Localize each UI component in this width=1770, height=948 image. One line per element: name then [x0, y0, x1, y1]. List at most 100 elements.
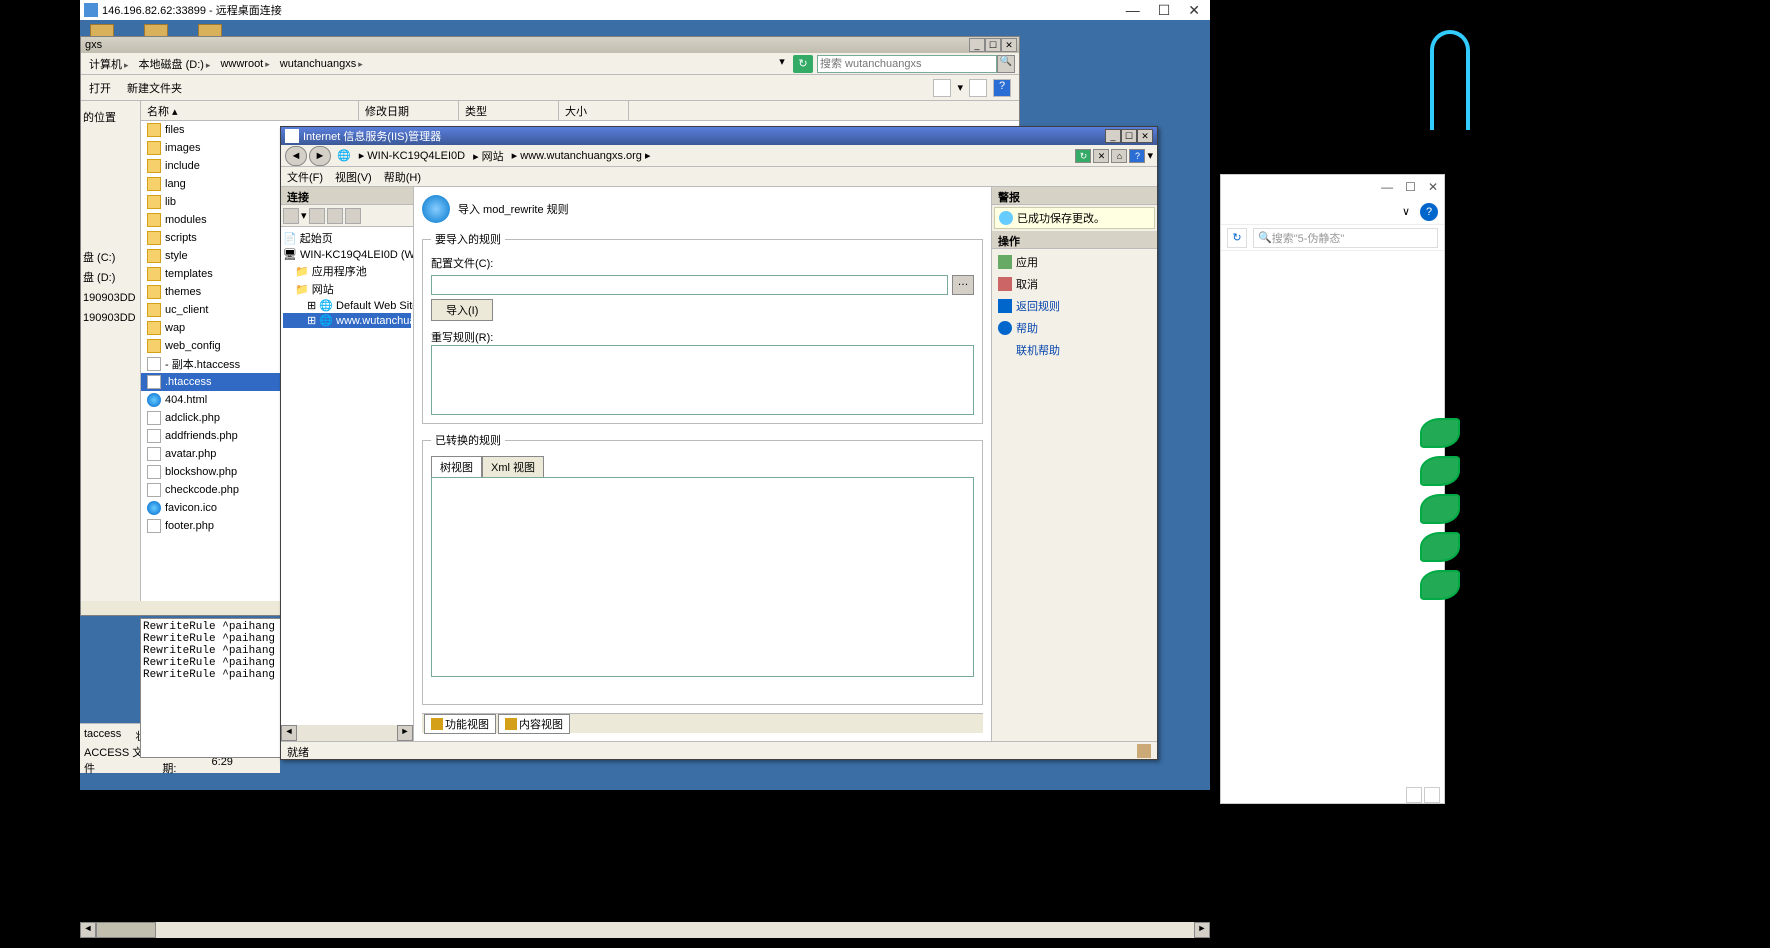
- forward-button[interactable]: ►: [309, 146, 331, 166]
- tab-treeview[interactable]: 树视图: [431, 456, 482, 477]
- col-name[interactable]: 名称 ▴: [141, 101, 359, 120]
- file-list-header[interactable]: 名称 ▴ 修改日期 类型 大小: [141, 101, 1019, 121]
- nav-item[interactable]: 190903DD 上: [83, 307, 138, 327]
- col-date[interactable]: 修改日期: [359, 101, 459, 120]
- iis-crumb[interactable]: ▸ WIN-KC19Q4LEI0D: [355, 149, 469, 162]
- close-button[interactable]: ✕: [1001, 38, 1017, 52]
- col-size[interactable]: 大小: [559, 101, 629, 120]
- tree-apppool[interactable]: 📁 应用程序池: [283, 262, 411, 280]
- file-name: lang: [165, 178, 186, 190]
- rdp-close[interactable]: ✕: [1188, 2, 1200, 19]
- minimize-button[interactable]: _: [1105, 129, 1121, 143]
- file-name: lib: [165, 196, 176, 208]
- action-back[interactable]: 返回规则: [994, 295, 1155, 317]
- action-apply[interactable]: 应用: [994, 251, 1155, 273]
- menu-view[interactable]: 视图(V): [335, 169, 372, 185]
- converted-rules-group: 已转换的规则 树视图 Xml 视图: [422, 432, 983, 705]
- file-name: footer.php: [165, 520, 214, 532]
- help-icon[interactable]: ?: [993, 79, 1011, 97]
- host-search[interactable]: 🔍 搜索"5-伪静态": [1253, 228, 1438, 248]
- icons-view-icon[interactable]: [1424, 787, 1440, 803]
- search-button[interactable]: 🔍: [997, 55, 1015, 73]
- tree-server[interactable]: 🖥 WIN-KC19Q4LEI0D (WIN-KC1: [283, 247, 411, 262]
- explorer-titlebar[interactable]: gxs _ ☐ ✕: [81, 37, 1019, 53]
- iis-crumb[interactable]: ▸ 网站: [469, 148, 508, 164]
- breadcrumb[interactable]: 本地磁盘 (D:): [135, 56, 217, 72]
- details-view-icon[interactable]: [1406, 787, 1422, 803]
- view-menu-icon[interactable]: [933, 79, 951, 97]
- breadcrumb[interactable]: wwwroot: [216, 58, 275, 70]
- iis-crumb[interactable]: ▸ www.wutanchuangxs.org ▸: [508, 149, 655, 162]
- tree-sites[interactable]: 📁 网站: [283, 280, 411, 298]
- nav-item[interactable]: 190903DD 上: [83, 287, 138, 307]
- home-button[interactable]: ⌂: [1111, 149, 1127, 163]
- breadcrumb[interactable]: wutanchuangxs: [276, 58, 369, 70]
- rdp-minimize[interactable]: —: [1126, 2, 1140, 19]
- refresh-button[interactable]: ↻: [793, 55, 813, 73]
- content-view-tab[interactable]: 内容视图: [498, 714, 570, 734]
- maximize-button[interactable]: ☐: [985, 38, 1001, 52]
- browse-button[interactable]: …: [952, 275, 974, 295]
- save-icon[interactable]: [309, 208, 325, 224]
- folder-icon: [147, 249, 161, 263]
- view-dropdown[interactable]: ▾: [957, 81, 963, 94]
- file-name: modules: [165, 214, 207, 226]
- action-online-help[interactable]: 联机帮助: [994, 339, 1155, 361]
- open-button[interactable]: 打开: [89, 80, 111, 96]
- nav-item[interactable]: 的位置: [83, 107, 138, 127]
- nav-item[interactable]: 盘 (D:): [83, 267, 138, 287]
- config-icon: [1137, 744, 1151, 758]
- iis-titlebar[interactable]: Internet 信息服务(IIS)管理器 _ ☐ ✕: [281, 127, 1157, 145]
- host-maximize[interactable]: ☐: [1405, 180, 1416, 194]
- menu-help[interactable]: 帮助(H): [384, 169, 421, 185]
- nav-item[interactable]: 盘 (C:): [83, 247, 138, 267]
- connections-scrollbar[interactable]: ◄►: [281, 725, 413, 741]
- import-button[interactable]: 导入(I): [431, 299, 493, 321]
- menu-file[interactable]: 文件(F): [287, 169, 323, 185]
- help-button[interactable]: ?: [1129, 149, 1145, 163]
- desktop-scrollbar[interactable]: ◄ ►: [80, 922, 1210, 938]
- back-button[interactable]: ◄: [285, 146, 307, 166]
- host-titlebar[interactable]: — ☐ ✕: [1221, 175, 1444, 199]
- notepad-window[interactable]: RewriteRule ^paihang RewriteRule ^paihan…: [140, 618, 285, 758]
- go-button[interactable]: ↻: [1075, 149, 1091, 163]
- address-dropdown[interactable]: ▾: [773, 55, 791, 73]
- connections-tree[interactable]: 📄 起始页 🖥 WIN-KC19Q4LEI0D (WIN-KC1 📁 应用程序池…: [281, 227, 413, 725]
- features-view-tab[interactable]: 功能视图: [424, 714, 496, 734]
- tree-start[interactable]: 📄 起始页: [283, 229, 411, 247]
- rdp-maximize[interactable]: ☐: [1158, 2, 1171, 19]
- search-box[interactable]: [817, 55, 997, 73]
- file-name: templates: [165, 268, 213, 280]
- preview-pane-icon[interactable]: [969, 79, 987, 97]
- close-button[interactable]: ✕: [1137, 129, 1153, 143]
- rewrite-rules-textarea[interactable]: [431, 345, 974, 415]
- delete-icon[interactable]: [327, 208, 343, 224]
- file-name: images: [165, 142, 200, 154]
- stop-button[interactable]: ✕: [1093, 149, 1109, 163]
- file-name: adclick.php: [165, 412, 220, 424]
- tree-default-site[interactable]: ⊞ 🌐 Default Web Site: [283, 298, 411, 313]
- up-icon[interactable]: [345, 208, 361, 224]
- folder-icon: [147, 123, 161, 137]
- action-help[interactable]: 帮助: [994, 317, 1155, 339]
- action-cancel[interactable]: 取消: [994, 273, 1155, 295]
- tree-site-selected[interactable]: ⊞ 🌐 www.wutanchuangxs.: [283, 313, 411, 328]
- minimize-button[interactable]: _: [969, 38, 985, 52]
- plant-decoration: [1420, 418, 1470, 698]
- host-help-icon[interactable]: ?: [1420, 203, 1438, 221]
- tab-xmlview[interactable]: Xml 视图: [482, 456, 544, 477]
- connect-icon[interactable]: [283, 208, 299, 224]
- host-refresh[interactable]: ↻: [1227, 228, 1247, 248]
- explorer-nav-pane[interactable]: 的位置 盘 (C:) 盘 (D:) 190903DD 上 190903DD 上: [81, 101, 141, 601]
- rewrite-rules-label: 重写规则(R):: [431, 329, 974, 345]
- host-minimize[interactable]: —: [1381, 180, 1393, 194]
- newfolder-button[interactable]: 新建文件夹: [127, 80, 182, 96]
- search-input[interactable]: [820, 58, 970, 70]
- breadcrumb[interactable]: 计算机: [85, 56, 135, 72]
- maximize-button[interactable]: ☐: [1121, 129, 1137, 143]
- host-close[interactable]: ✕: [1428, 180, 1438, 194]
- config-file-input[interactable]: [431, 275, 948, 295]
- col-type[interactable]: 类型: [459, 101, 559, 120]
- converted-rules-tree[interactable]: [431, 477, 974, 677]
- folder-icon: [147, 141, 161, 155]
